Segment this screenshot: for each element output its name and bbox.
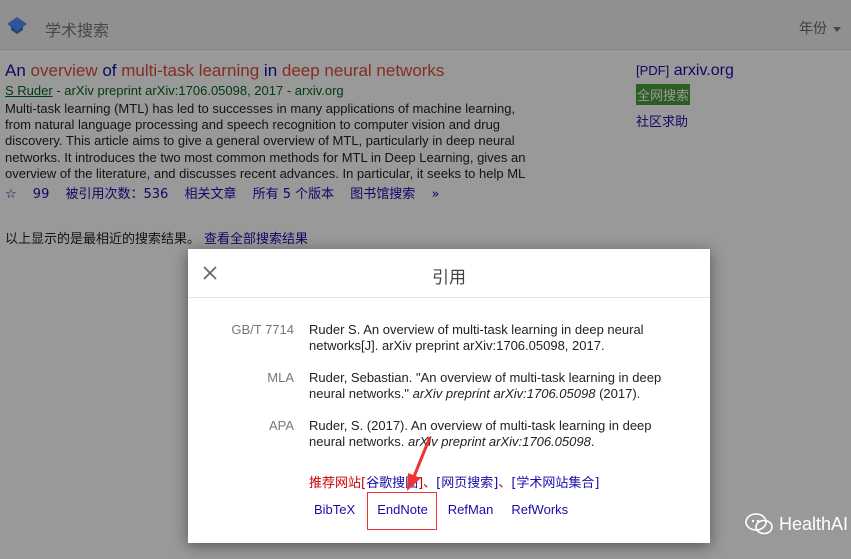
citation-text[interactable]: Ruder, S. (2017). An overview of multi-t… xyxy=(309,418,679,450)
web-search-site-link[interactable]: [网页搜索] xyxy=(436,476,498,491)
citation-text-tail: (2017). xyxy=(595,386,641,401)
recommended-sites: 推荐网站[谷歌搜图]、[网页搜索]、[学术网站集合] xyxy=(309,472,600,491)
citation-style-label: MLA xyxy=(267,370,294,385)
cite-dialog: 引用 GB/T 7714 Ruder S. An overview of mul… xyxy=(188,249,710,543)
export-bibtex-link[interactable]: BibTeX xyxy=(305,502,364,517)
dialog-title: 引用 xyxy=(432,268,466,288)
citation-text-italic: arXiv preprint arXiv:1706.05098 xyxy=(412,386,596,401)
citation-style-label: APA xyxy=(268,418,294,433)
export-refworks-link[interactable]: RefWorks xyxy=(502,502,577,517)
academic-sites-link[interactable]: [学术网站集合] xyxy=(511,476,599,491)
citation-text[interactable]: Ruder, Sebastian. "An overview of multi-… xyxy=(309,370,679,402)
citation-style-label: GB/T 7714 xyxy=(231,322,294,337)
watermark: HealthAI xyxy=(745,511,848,537)
citation-text-italic: arXiv preprint arXiv:1706.05098 xyxy=(408,434,591,449)
citation-text-tail: . xyxy=(590,434,595,449)
recommend-prefix: 推荐网站[ xyxy=(309,476,367,491)
red-arrow-icon xyxy=(407,436,432,491)
recommend-separator: 、 xyxy=(498,476,512,491)
citation-text[interactable]: Ruder S. An overview of multi-task learn… xyxy=(309,322,679,354)
export-refman-link[interactable]: RefMan xyxy=(439,502,503,517)
dialog-header: 引用 xyxy=(188,249,710,298)
export-links: BibTeX EndNote RefMan RefWorks xyxy=(305,502,577,517)
endnote-highlight-box xyxy=(367,492,437,530)
wechat-icon xyxy=(745,513,773,535)
watermark-text: HealthAI xyxy=(778,513,848,534)
